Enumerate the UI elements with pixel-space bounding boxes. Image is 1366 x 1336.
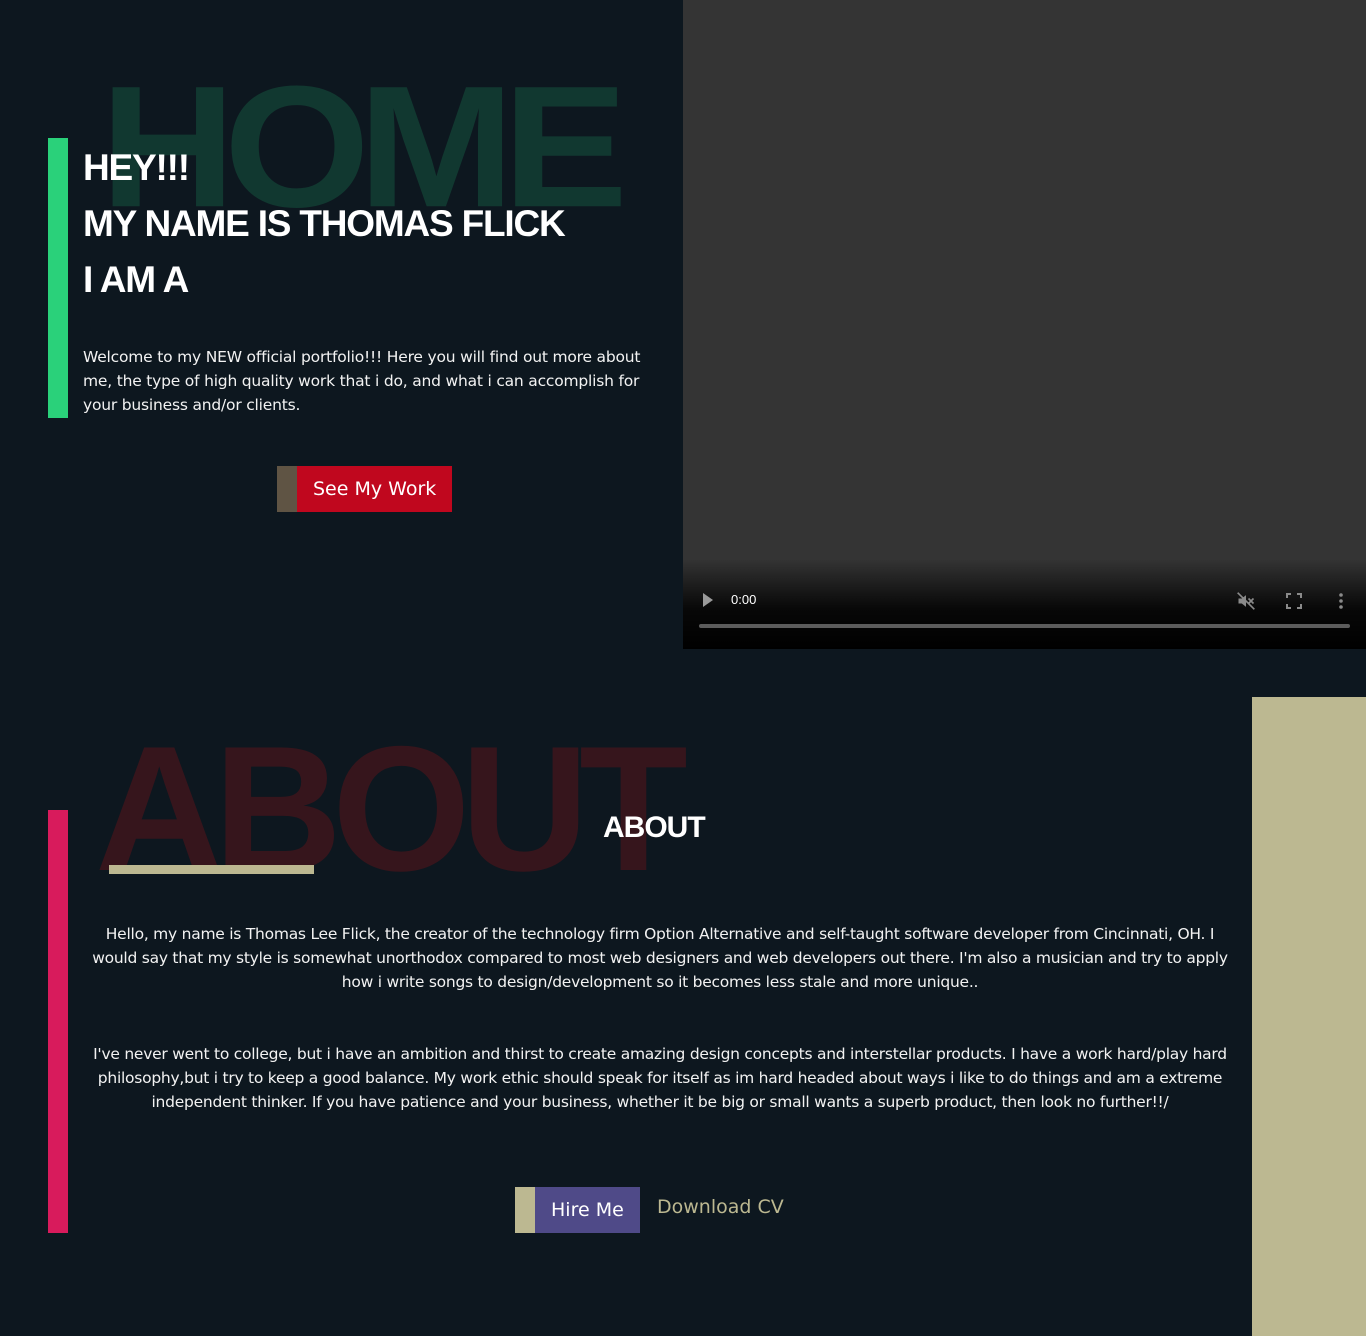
about-underline: [109, 865, 314, 874]
about-accent-bar: [48, 810, 68, 1233]
progress-bar[interactable]: [699, 624, 1350, 628]
download-cv-link[interactable]: Download CV: [657, 1196, 784, 1218]
name-text: MY NAME IS THOMAS FLICK: [83, 203, 566, 244]
role-text: I AM A: [83, 259, 189, 300]
more-icon[interactable]: [1335, 591, 1347, 611]
greeting-text: HEY!!!: [83, 147, 190, 188]
home-accent-bar: [48, 138, 68, 418]
play-icon[interactable]: [703, 593, 713, 607]
video-player[interactable]: 0:00: [683, 0, 1366, 649]
about-title: ABOUT: [603, 811, 706, 844]
hire-me-label: Hire Me: [535, 1187, 640, 1233]
see-my-work-button[interactable]: See My Work: [277, 466, 453, 512]
home-intro-text: Welcome to my NEW official portfolio!!! …: [83, 348, 641, 414]
hire-me-button[interactable]: Hire Me: [515, 1187, 640, 1233]
about-paragraph-2: I've never went to college, but i have a…: [93, 1045, 1227, 1111]
about-side-panel: [1252, 697, 1366, 1336]
time-display: 0:00: [731, 592, 757, 607]
fullscreen-icon[interactable]: [1286, 593, 1302, 609]
portfolio-page: HOME HEY!!! MY NAME IS THOMAS FLICK I AM…: [0, 0, 1366, 1336]
mute-icon[interactable]: [1236, 591, 1256, 611]
button-accent: [515, 1187, 535, 1233]
button-accent: [277, 466, 297, 512]
see-my-work-label: See My Work: [297, 466, 453, 512]
about-paragraph-1: Hello, my name is Thomas Lee Flick, the …: [92, 925, 1228, 991]
controls-shade: [683, 559, 1366, 649]
home-heading: HEY!!! MY NAME IS THOMAS FLICK I AM A: [83, 140, 683, 308]
